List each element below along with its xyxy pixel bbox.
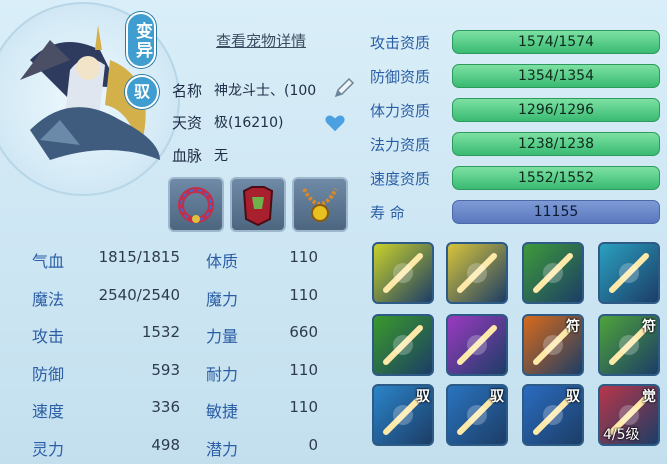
skill-tag: 符 xyxy=(642,319,656,335)
aptitude-bar: 1238/1238 xyxy=(452,132,660,156)
attribute-label: 耐力 xyxy=(206,365,239,384)
armor-icon xyxy=(242,186,274,227)
water-spirit-skill[interactable] xyxy=(598,242,660,304)
aptitude-bar: 1354/1354 xyxy=(452,64,660,88)
attribute-label: 力量 xyxy=(206,327,239,346)
attribute-label: 潜力 xyxy=(206,440,239,459)
green-talisman-skill[interactable]: 符 xyxy=(598,314,660,376)
stat-value: 498 xyxy=(151,436,180,454)
attribute-label: 魔力 xyxy=(206,290,239,309)
stat-value: 1532 xyxy=(141,323,180,341)
bloodline-value: 无 xyxy=(214,148,228,164)
ride-dash-skill[interactable]: 驭 xyxy=(522,384,584,446)
collar-icon xyxy=(178,187,214,223)
aptitude-label: 法力资质 xyxy=(370,136,431,154)
aptitude-label: 防御资质 xyxy=(370,68,431,86)
red-talisman-skill[interactable]: 符 xyxy=(522,314,584,376)
talent-label: 天资 xyxy=(172,114,203,132)
flaming-sword-skill[interactable] xyxy=(372,242,434,304)
pencil-icon[interactable] xyxy=(332,76,356,100)
water-spirit-skill-icon xyxy=(609,253,649,293)
attribute-value: 110 xyxy=(289,361,318,379)
aptitude-bar: 1574/1574 xyxy=(452,30,660,54)
attribute-value: 110 xyxy=(289,248,318,266)
stat-label: 防御 xyxy=(32,365,65,384)
aptitude-bar: 1552/1552 xyxy=(452,166,660,190)
shadow-strike-skill[interactable] xyxy=(522,242,584,304)
stat-value: 336 xyxy=(151,398,180,416)
silver-sword-skill-icon xyxy=(457,253,497,293)
attribute-value: 0 xyxy=(308,436,318,454)
skill-tag: 驭 xyxy=(490,389,504,405)
skill-level: 4/5级 xyxy=(603,427,640,443)
green-warrior-skill[interactable] xyxy=(372,314,434,376)
skill-tag: 觉 xyxy=(642,389,656,405)
variant-badge: 变异 xyxy=(126,12,156,68)
armor-equipment[interactable] xyxy=(230,177,286,232)
stat-label: 速度 xyxy=(32,402,65,421)
lifespan-label: 寿 命 xyxy=(370,204,405,222)
necklace-equipment[interactable] xyxy=(292,177,348,232)
silver-sword-skill[interactable] xyxy=(446,242,508,304)
ride-blade-skill[interactable]: 驭 xyxy=(446,384,508,446)
ride-badge: 驭 xyxy=(125,75,159,109)
heart-icon[interactable] xyxy=(324,112,346,134)
green-warrior-skill-icon xyxy=(383,325,423,365)
attribute-value: 660 xyxy=(289,323,318,341)
pet-name: 神龙斗士、(100 xyxy=(214,83,317,99)
awaken-skill[interactable]: 觉 4/5级 xyxy=(598,384,660,446)
stat-label: 攻击 xyxy=(32,327,65,346)
flaming-sword-skill-icon xyxy=(383,253,423,293)
attribute-value: 110 xyxy=(289,286,318,304)
stat-value: 1815/1815 xyxy=(98,248,180,266)
talent-value: 极(16210) xyxy=(214,115,284,131)
stat-value: 2540/2540 xyxy=(98,286,180,304)
skill-tag: 驭 xyxy=(416,389,430,405)
stat-label: 气血 xyxy=(32,252,65,271)
lifespan-bar: 11155 xyxy=(452,200,660,224)
aptitude-label: 攻击资质 xyxy=(370,34,431,52)
aptitude-bar: 1296/1296 xyxy=(452,98,660,122)
pet-detail-link[interactable]: 查看宠物详情 xyxy=(216,30,306,51)
stat-value: 593 xyxy=(151,361,180,379)
necklace-icon xyxy=(302,188,338,222)
shadow-strike-skill-icon xyxy=(533,253,573,293)
aptitude-label: 体力资质 xyxy=(370,102,431,120)
bloodline-label: 血脉 xyxy=(172,147,203,165)
name-label: 名称 xyxy=(172,82,203,100)
aptitude-label: 速度资质 xyxy=(370,170,431,188)
skill-tag: 驭 xyxy=(566,389,580,405)
attribute-label: 敏捷 xyxy=(206,402,239,421)
skill-tag: 符 xyxy=(566,319,580,335)
stat-label: 灵力 xyxy=(32,440,65,459)
ride-flight-skill[interactable]: 驭 xyxy=(372,384,434,446)
stat-label: 魔法 xyxy=(32,290,65,309)
collar-equipment[interactable] xyxy=(168,177,224,232)
lightning-blade-skill[interactable] xyxy=(446,314,508,376)
lightning-blade-skill-icon xyxy=(457,325,497,365)
attribute-value: 110 xyxy=(289,398,318,416)
attribute-label: 体质 xyxy=(206,252,239,271)
